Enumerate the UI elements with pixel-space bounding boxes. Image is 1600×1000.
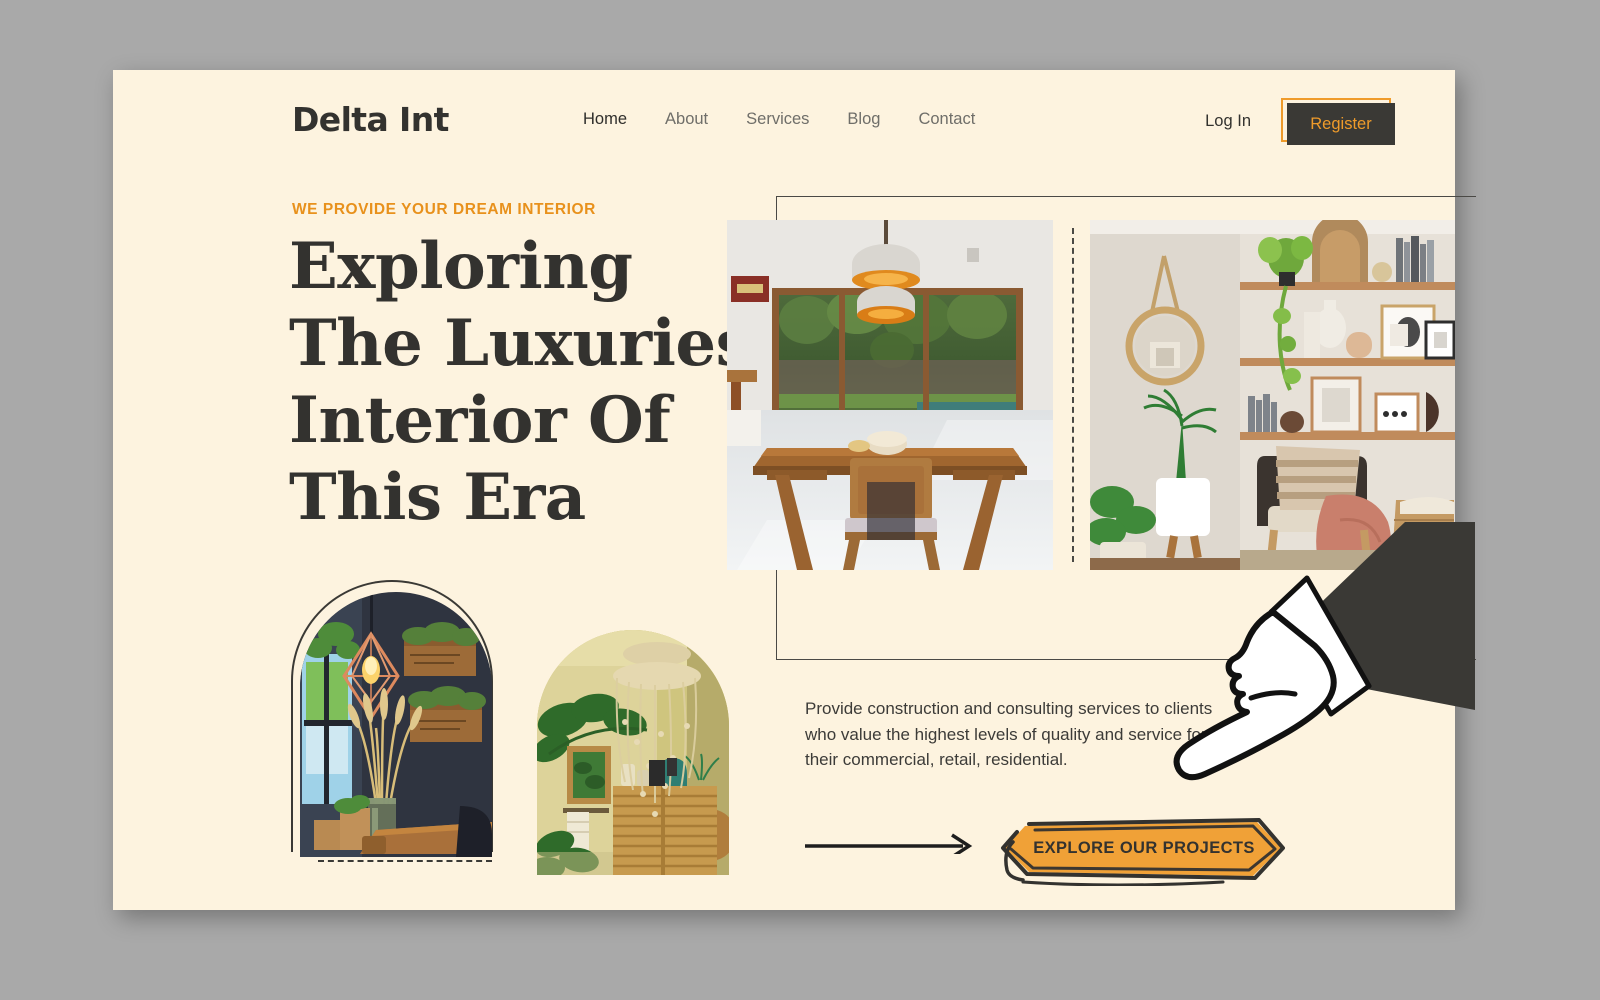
hero-photo-divider [1053,220,1090,570]
intro-line-2: who value the highest levels of quality … [805,724,1207,744]
main-navigation: Home About Services Blog Contact [583,110,975,129]
register-button[interactable]: Register [1287,103,1395,145]
arch-photo-chandelier-corner[interactable] [537,630,729,875]
cta-row: EXPLORE OUR PROJECTS [805,810,1405,887]
intro-line-3: their commercial, retail, residential. [805,750,1068,769]
site-header: Delta Int Home About Services Blog Conta… [113,70,1455,180]
intro-line-1: Provide construction and consulting serv… [805,699,1213,718]
explore-projects-button[interactable]: EXPLORE OUR PROJECTS [995,808,1285,887]
arch-photo-dashed-underline [318,860,492,862]
nav-item-home[interactable]: Home [583,110,627,129]
register-button-group: Register [1281,98,1395,145]
explore-projects-label: EXPLORE OUR PROJECTS [1033,838,1255,857]
nav-item-contact[interactable]: Contact [918,110,975,129]
intro-paragraph: Provide construction and consulting serv… [805,696,1213,773]
arrow-right-icon [805,833,973,854]
nav-item-services[interactable]: Services [746,110,809,129]
hero-photo-dining-room[interactable] [727,220,1053,570]
hero-eyebrow: WE PROVIDE YOUR DREAM INTERIOR [292,201,596,218]
nav-item-about[interactable]: About [665,110,708,129]
login-link[interactable]: Log In [1205,112,1251,131]
auth-actions: Log In Register [1205,98,1395,145]
hero-photo-strip [727,220,1455,570]
hero-photo-living-corner[interactable] [1090,220,1455,570]
arch-photo-dark-nook[interactable] [300,592,492,857]
landing-page-card: Delta Int Home About Services Blog Conta… [113,70,1476,910]
nav-item-blog[interactable]: Blog [847,110,880,129]
brand-logo[interactable]: Delta Int [292,100,449,139]
